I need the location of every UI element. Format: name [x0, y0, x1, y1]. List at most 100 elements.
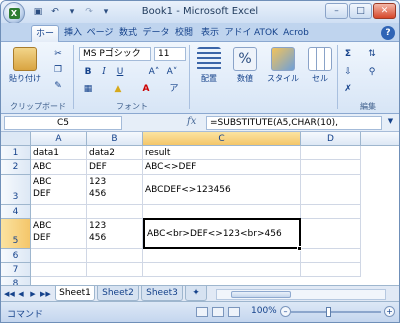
- cell-d7[interactable]: [301, 263, 361, 277]
- cell-c1[interactable]: result: [143, 146, 301, 160]
- column-header-e[interactable]: [361, 132, 399, 146]
- fill-color-icon[interactable]: ▲: [111, 82, 125, 96]
- tab-review[interactable]: 校閲: [172, 25, 196, 42]
- column-header-a[interactable]: A: [31, 132, 87, 146]
- name-box[interactable]: C5: [4, 116, 122, 130]
- zoom-slider[interactable]: [291, 311, 381, 313]
- cell-a4[interactable]: [31, 205, 87, 219]
- clear-icon[interactable]: ✗: [341, 82, 355, 96]
- tab-page-layout[interactable]: ページ: [86, 25, 114, 42]
- cell-c3[interactable]: ABCDEF<>123456: [143, 175, 301, 205]
- tab-acrobat[interactable]: Acrob: [281, 25, 311, 42]
- horizontal-scroll-thumb[interactable]: [231, 291, 291, 298]
- fill-icon[interactable]: ⇩: [341, 65, 355, 79]
- zoom-in-icon[interactable]: +: [384, 306, 395, 317]
- underline-button[interactable]: U: [113, 65, 127, 79]
- tab-atok[interactable]: ATOK: [253, 25, 279, 42]
- font-color-icon[interactable]: A: [139, 82, 153, 96]
- cell-b1[interactable]: data2: [87, 146, 143, 160]
- horizontal-scrollbar[interactable]: [216, 289, 386, 300]
- zoom-out-icon[interactable]: –: [280, 306, 291, 317]
- tab-view[interactable]: 表示: [198, 25, 222, 42]
- zoom-slider-knob[interactable]: [326, 307, 331, 317]
- tab-home[interactable]: ホーム: [31, 25, 59, 55]
- cell-d1[interactable]: [301, 146, 361, 160]
- cell-b6[interactable]: [87, 249, 143, 263]
- bold-button[interactable]: B: [81, 65, 95, 79]
- cell-a6[interactable]: [31, 249, 87, 263]
- first-sheet-icon[interactable]: ◀◀: [4, 289, 15, 299]
- insert-sheet-icon[interactable]: ✦: [185, 286, 207, 301]
- number-button[interactable]: % 数値: [229, 47, 261, 84]
- row-header-5[interactable]: 5: [1, 219, 31, 249]
- row-header-3[interactable]: 3: [1, 175, 31, 205]
- copy-icon[interactable]: ❐: [51, 63, 65, 77]
- tab-addins[interactable]: アドイ: [224, 25, 252, 42]
- phonetic-icon[interactable]: ア: [167, 82, 181, 96]
- close-button[interactable]: ✕: [373, 3, 396, 19]
- cell-c6[interactable]: [143, 249, 301, 263]
- worksheet-grid[interactable]: A B C D 1 2 3 4 5 6 7 8 data1 data2 resu…: [1, 132, 399, 285]
- cells-button[interactable]: セル: [305, 47, 335, 84]
- zoom-level[interactable]: 100%: [251, 306, 277, 316]
- insert-function-icon[interactable]: fx: [187, 116, 203, 130]
- minimize-button[interactable]: –: [325, 3, 348, 19]
- sort-filter-icon[interactable]: ⇅: [365, 47, 379, 61]
- column-header-b[interactable]: B: [87, 132, 143, 146]
- cell-d4[interactable]: [301, 205, 361, 219]
- cell-a1[interactable]: data1: [31, 146, 87, 160]
- shrink-font-icon[interactable]: A˅: [165, 65, 179, 79]
- format-painter-icon[interactable]: ✎: [51, 79, 65, 93]
- tab-formulas[interactable]: 数式: [116, 25, 140, 42]
- italic-button[interactable]: I: [97, 65, 111, 79]
- fill-handle[interactable]: [297, 246, 302, 251]
- help-icon[interactable]: ?: [381, 26, 395, 40]
- select-all-corner[interactable]: [1, 132, 31, 146]
- cell-c2[interactable]: ABC<>DEF: [143, 160, 301, 175]
- next-sheet-icon[interactable]: ▶: [28, 289, 38, 299]
- paste-button[interactable]: 貼り付け: [5, 47, 45, 84]
- find-select-icon[interactable]: ⚲: [365, 65, 379, 79]
- formula-input[interactable]: =SUBSTITUTE(A5,CHAR(10),: [206, 116, 382, 130]
- border-icon[interactable]: ▦: [81, 82, 95, 96]
- cell-b2[interactable]: DEF: [87, 160, 143, 175]
- cell-c4[interactable]: [143, 205, 301, 219]
- maximize-button[interactable]: □: [349, 3, 372, 19]
- prev-sheet-icon[interactable]: ◀: [16, 289, 26, 299]
- page-layout-view-icon[interactable]: [212, 307, 224, 317]
- cut-icon[interactable]: ✂: [51, 47, 65, 61]
- font-size-box[interactable]: 11: [154, 47, 186, 61]
- cell-d6[interactable]: [301, 249, 361, 263]
- cell-a5[interactable]: ABC DEF: [31, 219, 87, 249]
- cell-b3[interactable]: 123 456: [87, 175, 143, 205]
- cell-d2[interactable]: [301, 160, 361, 175]
- row-header-2[interactable]: 2: [1, 160, 31, 175]
- alignment-button[interactable]: 配置: [193, 47, 225, 84]
- grow-font-icon[interactable]: A˄: [147, 65, 161, 79]
- cell-a3[interactable]: ABC DEF: [31, 175, 87, 205]
- styles-button[interactable]: スタイル: [263, 47, 303, 84]
- column-header-c[interactable]: C: [143, 132, 301, 146]
- row-header-6[interactable]: 6: [1, 249, 31, 263]
- tab-insert[interactable]: 挿入: [61, 25, 85, 42]
- row-header-8[interactable]: 8: [1, 277, 31, 285]
- row-header-7[interactable]: 7: [1, 263, 31, 277]
- sheet-tab-sheet3[interactable]: Sheet3: [141, 286, 183, 301]
- tab-data[interactable]: データ: [142, 25, 170, 42]
- page-break-view-icon[interactable]: [228, 307, 240, 317]
- cell-d5[interactable]: [301, 219, 361, 249]
- cell-c7[interactable]: [143, 263, 301, 277]
- last-sheet-icon[interactable]: ▶▶: [40, 289, 51, 299]
- cell-a2[interactable]: ABC: [31, 160, 87, 175]
- row-header-1[interactable]: 1: [1, 146, 31, 160]
- cell-a7[interactable]: [31, 263, 87, 277]
- cell-d3[interactable]: [301, 175, 361, 205]
- cell-c5-active[interactable]: ABC<br>DEF<>123<br>456: [143, 218, 301, 249]
- cell-b4[interactable]: [87, 205, 143, 219]
- normal-view-icon[interactable]: [196, 307, 208, 317]
- expand-formula-bar-icon[interactable]: ▼: [385, 117, 396, 129]
- sheet-tab-sheet1[interactable]: Sheet1: [55, 286, 95, 301]
- sheet-tab-sheet2[interactable]: Sheet2: [97, 286, 139, 301]
- font-name-box[interactable]: MS Pゴシック: [79, 47, 151, 61]
- autosum-icon[interactable]: Σ: [341, 47, 355, 61]
